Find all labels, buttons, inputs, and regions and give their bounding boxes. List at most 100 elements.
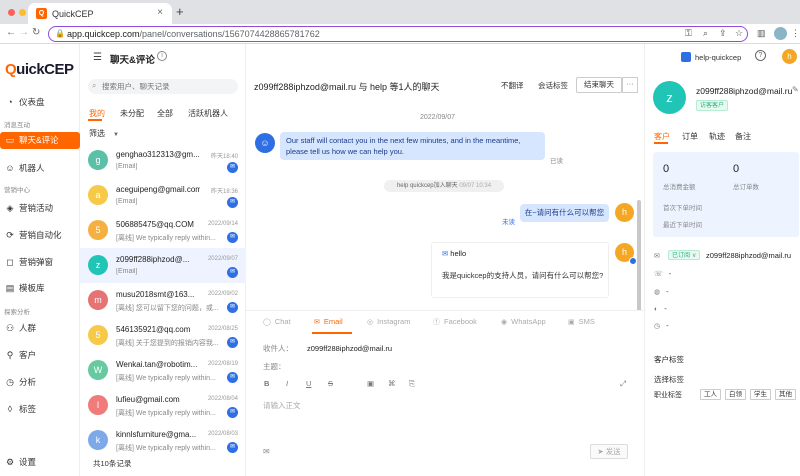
- browser-tab[interactable]: Q QuickCEP ×: [28, 3, 172, 24]
- key-icon[interactable]: ⚿: [685, 28, 692, 39]
- search-box: ⌕: [88, 79, 238, 94]
- tag-chip[interactable]: 其他: [775, 389, 796, 400]
- attach-file-icon[interactable]: ✉: [263, 447, 270, 456]
- subject-input[interactable]: [283, 360, 613, 371]
- scrollbar[interactable]: [637, 200, 641, 322]
- select-tag-button[interactable]: 选择标签: [654, 374, 684, 385]
- reload-icon[interactable]: ↻: [32, 27, 40, 38]
- forward-icon[interactable]: →: [19, 27, 29, 38]
- expand-icon[interactable]: ⤢: [620, 379, 626, 389]
- email-channel-icon: ✉: [227, 162, 238, 173]
- back-icon[interactable]: ←: [6, 27, 16, 38]
- template-icon: ▤: [5, 283, 15, 293]
- more-options-button[interactable]: ···: [622, 77, 638, 93]
- share-icon[interactable]: ⇪: [719, 28, 727, 39]
- help-question-icon[interactable]: ?: [755, 50, 766, 61]
- recipient-value[interactable]: z099ff288iphzod@mail.ru: [307, 344, 392, 353]
- end-chat-button[interactable]: 结束聊天: [576, 77, 622, 93]
- subscription-status-badge[interactable]: 已订阅 ∨: [668, 250, 701, 260]
- sidebar-group-messages: 消息互动: [4, 122, 30, 129]
- link-icon[interactable]: ⌘: [388, 379, 396, 388]
- send-button[interactable]: ➤ 发送: [590, 444, 628, 459]
- conversation-item[interactable]: 5 506885475@qq.COM 2022/09/14 [离线] We ty…: [80, 213, 246, 248]
- tag-chip[interactable]: 工人: [700, 389, 721, 400]
- tab-active-bots[interactable]: 活跃机器人: [188, 108, 228, 119]
- sidebar-item-analytics[interactable]: ◷ 分析: [4, 374, 76, 391]
- tab-orders[interactable]: 订单: [682, 131, 698, 142]
- close-tab-icon[interactable]: ×: [157, 7, 163, 18]
- tab-customer[interactable]: 客户: [654, 131, 670, 142]
- sidebar-item-automation[interactable]: ⟳ 营销自动化: [4, 227, 76, 244]
- bookmark-star-icon[interactable]: ☆: [735, 28, 743, 39]
- url-field[interactable]: 🔒 app.quickcep.com/panel/conversations/1…: [48, 26, 748, 42]
- channel-tab-whatsapp[interactable]: ◉ WhatsApp: [501, 317, 546, 326]
- channel-tab-instagram[interactable]: ◎ Instagram: [367, 317, 410, 326]
- conversation-item-selected[interactable]: z z099ff288iphzod@... 2022/09/07 [Email]…: [80, 248, 246, 283]
- conversation-item[interactable]: W Wenkai.tan@robotim... 2022/08/19 [离线] …: [80, 353, 246, 388]
- underline-icon[interactable]: U: [306, 379, 311, 388]
- minimize-window-button[interactable]: [19, 9, 26, 16]
- tab-unassigned[interactable]: 未分配: [120, 108, 144, 119]
- channel-tab-email[interactable]: ✉ Email: [314, 317, 343, 326]
- channel-tab-facebook[interactable]: ⓕ Facebook: [433, 317, 477, 327]
- conversation-item[interactable]: g genghao312313@gm... 昨天18:40 [Email] ✉: [80, 143, 246, 178]
- browser-menu-icon[interactable]: ⋮: [791, 28, 800, 39]
- body-editor[interactable]: 请输入正文: [263, 400, 301, 411]
- italic-icon[interactable]: I: [286, 379, 288, 388]
- bold-icon[interactable]: B: [264, 379, 269, 388]
- sidebar-item-templates[interactable]: ▤ 模板库: [4, 280, 76, 297]
- envelope-icon: ✉: [654, 253, 660, 260]
- phone-icon: ☏: [654, 271, 663, 278]
- side-panel-icon[interactable]: ▥: [757, 28, 766, 39]
- agent-name[interactable]: help-quickcep: [695, 53, 741, 62]
- strikethrough-icon[interactable]: S: [328, 379, 333, 388]
- tag-chip[interactable]: 白领: [725, 389, 746, 400]
- conversation-time: 昨天18:40: [210, 154, 238, 160]
- tab-timeline[interactable]: 轨迹: [709, 131, 725, 142]
- new-tab-icon[interactable]: +: [176, 4, 184, 19]
- conversation-item[interactable]: 5 546135921@qq.com 2022/08/25 [离线] 关于您提到…: [80, 318, 246, 353]
- sidebar-item-dashboard[interactable]: ◔ 仪表盘: [4, 94, 76, 111]
- agent-avatar[interactable]: h: [782, 49, 797, 64]
- tag-chip[interactable]: 学生: [750, 389, 771, 400]
- conversation-item[interactable]: l lufieu@gmail.com 2022/08/04 [离线] We ty…: [80, 388, 246, 423]
- sidebar-item-campaigns[interactable]: ◈ 营销活动: [4, 200, 76, 217]
- subject-row: 主题：: [263, 360, 613, 372]
- message-area[interactable]: 2022/09/07 ☺ Our staff will contact you …: [246, 100, 644, 322]
- total-orders-value: 0: [733, 163, 740, 175]
- language-row: ◐ -: [654, 304, 667, 313]
- sidebar-item-popups[interactable]: ◻ 营销弹窗: [4, 254, 76, 271]
- chat-title: z099ff288iphzod@mail.ru 与 help 等1人的聊天: [254, 82, 440, 92]
- channel-tab-sms[interactable]: ▣ SMS: [568, 317, 595, 326]
- tab-all[interactable]: 全部: [157, 108, 173, 119]
- channel-tab-chat[interactable]: ◯ Chat: [263, 317, 291, 326]
- info-icon[interactable]: i: [157, 51, 167, 61]
- sidebar-item-settings[interactable]: ⚙ 设置: [4, 454, 76, 471]
- filter-button[interactable]: 筛选 ▼: [89, 128, 119, 139]
- sidebar-item-tags[interactable]: ◊ 标签: [4, 401, 76, 418]
- image-icon[interactable]: ▣: [367, 379, 374, 388]
- agent-message: 在~请问有什么可以帮您: [520, 204, 609, 222]
- sidebar-item-customers[interactable]: ⚲ 客户: [4, 347, 76, 364]
- envelope-icon: ✉: [442, 249, 449, 258]
- profile-avatar[interactable]: [774, 27, 787, 40]
- conversation-item[interactable]: a aceguipeng@gmail.com 昨天18:36 [Email] ✉: [80, 178, 246, 213]
- zoom-icon[interactable]: ⌕: [703, 28, 708, 39]
- translate-dropdown[interactable]: 不翻译: [501, 80, 524, 91]
- conversation-panel-title: 聊天&评论: [110, 55, 155, 66]
- conversation-item[interactable]: m musu2018smt@163... 2022/09/02 [离线] 您可以…: [80, 283, 246, 318]
- sidebar-item-audience[interactable]: ⚇ 人群: [4, 320, 76, 337]
- attachment-icon[interactable]: ⎘: [409, 379, 415, 389]
- envelope-icon: ✉: [314, 319, 320, 326]
- menu-collapse-icon[interactable]: ☰: [93, 52, 102, 63]
- close-window-button[interactable]: [8, 9, 15, 16]
- edit-icon[interactable]: ✎: [792, 85, 799, 94]
- conversation-tag-button[interactable]: 会话标签: [538, 80, 568, 91]
- sidebar-item-chat[interactable]: ▭ 聊天&评论: [0, 132, 80, 149]
- search-input[interactable]: [102, 80, 232, 93]
- tab-notes[interactable]: 备注: [735, 131, 751, 142]
- conversation-item[interactable]: k kinnlsfurniture@gma... 2022/08/03 [离线]…: [80, 423, 246, 458]
- sidebar-item-bot[interactable]: ☺ 机器人: [4, 160, 76, 177]
- channel-tab-underline: [312, 332, 352, 334]
- tab-mine[interactable]: 我的: [89, 108, 105, 119]
